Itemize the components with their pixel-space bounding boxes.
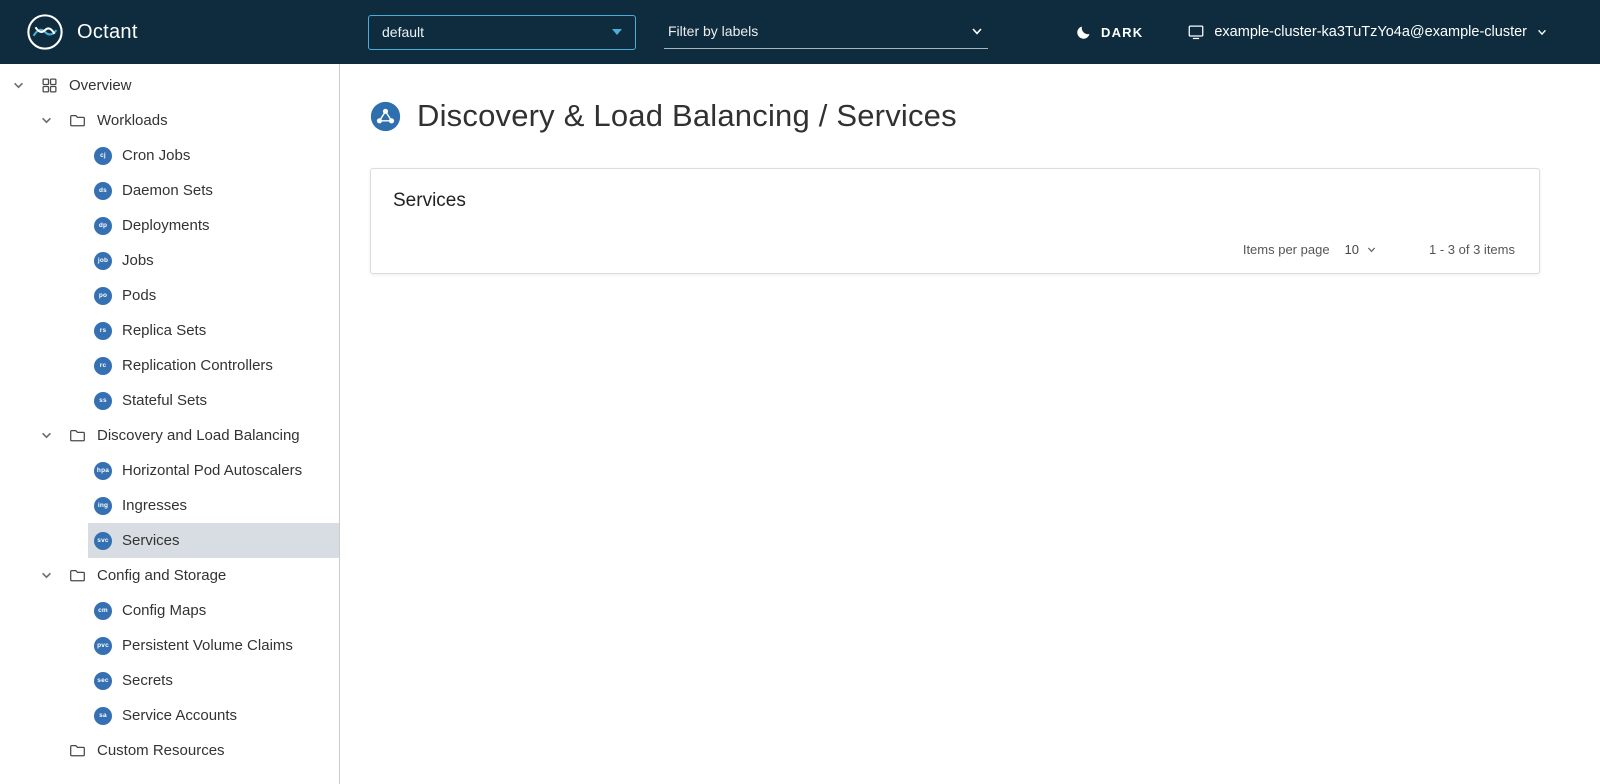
sidebar-item-label: Pods [122,287,156,304]
context-name: example-cluster-ka3TuTzYo4a@example-clus… [1214,24,1527,40]
replication-controllers-icon: rc [94,357,112,375]
sidebar-item-persistent-volume-claims[interactable]: pvc Persistent Volume Claims [88,628,339,663]
sidebar-item-ingresses[interactable]: ing Ingresses [88,488,339,523]
services-card: Services Items per page 10 1 - 3 of 3 it [370,168,1540,274]
pagination: Items per page 10 1 - 3 of 3 items [371,229,1539,273]
dark-mode-toggle[interactable]: DARK [1075,24,1143,41]
main-content: Discovery & Load Balancing / Services Se… [340,64,1600,784]
pagination-range: 1 - 3 of 3 items [1429,242,1515,257]
chevron-down-icon [1366,244,1377,255]
service-accounts-icon: sa [94,707,112,725]
sidebar-item-label: Stateful Sets [122,392,207,409]
sidebar-item-config-and-storage[interactable]: Config and Storage [0,558,339,593]
sidebar-item-cron-jobs[interactable]: cj Cron Jobs [88,138,339,173]
sidebar-item-label: Replication Controllers [122,357,273,374]
sidebar-item-service-accounts[interactable]: sa Service Accounts [88,698,339,733]
folder-icon [68,427,86,445]
page-title-text: Discovery & Load Balancing / Services [417,98,957,134]
caret-down-icon[interactable] [38,113,54,129]
sidebar-item-stateful-sets[interactable]: ss Stateful Sets [88,383,339,418]
sidebar-item-overview[interactable]: Overview [0,68,339,103]
items-per-page-select[interactable]: 10 [1345,242,1377,257]
sidebar-item-label: Service Accounts [122,707,237,724]
sidebar: Overview Workloads cj Cron Jobs ds Daemon Set… [0,64,340,784]
caret-down-icon[interactable] [10,78,26,94]
sidebar-item-replication-controllers[interactable]: rc Replication Controllers [88,348,339,383]
sidebar-item-label: Deployments [122,217,210,234]
sidebar-item-deployments[interactable]: dp Deployments [88,208,339,243]
sidebar-item-label: Config Maps [122,602,206,619]
top-bar: Octant default DARK example-cluster-ka3T… [0,0,1600,64]
config-maps-icon: cm [94,602,112,620]
sidebar-item-pods[interactable]: po Pods [88,278,339,313]
persistent-volume-claims-icon: pvc [94,637,112,655]
services-icon: svc [94,532,112,550]
daemon-sets-icon: ds [94,182,112,200]
page-title: Discovery & Load Balancing / Services [370,98,1540,134]
sidebar-item-discovery-and-load-balancing[interactable]: Discovery and Load Balancing [0,418,339,453]
chevron-down-icon [970,24,984,38]
replica-sets-icon: rs [94,322,112,340]
sidebar-item-label: Jobs [122,252,154,269]
secrets-icon: sec [94,672,112,690]
horizontal-pod-autoscalers-icon: hpa [94,462,112,480]
folder-icon [68,112,86,130]
namespace-select[interactable]: default [368,15,636,50]
cluster-icon [1187,23,1205,41]
card-title: Services [371,169,1539,229]
sidebar-item-config-maps[interactable]: cm Config Maps [88,593,339,628]
caret-spacer [38,743,54,759]
context-switcher[interactable]: example-cluster-ka3TuTzYo4a@example-clus… [1187,23,1548,41]
sidebar-item-label: Ingresses [122,497,187,514]
cron-jobs-icon: cj [94,147,112,165]
sidebar-item-label: Replica Sets [122,322,206,339]
sidebar-item-label: Services [122,532,180,549]
sidebar-item-horizontal-pod-autoscalers[interactable]: hpa Horizontal Pod Autoscalers [88,453,339,488]
caret-down-icon[interactable] [38,568,54,584]
sidebar-item-label: Persistent Volume Claims [122,637,293,654]
pods-icon: po [94,287,112,305]
sidebar-item-label: Config and Storage [97,567,226,584]
sidebar-item-label: Workloads [97,112,168,129]
sidebar-item-label: Discovery and Load Balancing [97,427,300,444]
moon-icon [1075,24,1092,41]
sidebar-item-label: Custom Resources [97,742,225,759]
deployments-icon: dp [94,217,112,235]
sidebar-item-replica-sets[interactable]: rs Replica Sets [88,313,339,348]
items-per-page-value: 10 [1345,242,1359,257]
sidebar-item-services[interactable]: svc Services [88,523,339,558]
chevron-down-icon [612,29,622,35]
caret-down-icon[interactable] [38,428,54,444]
jobs-icon: job [94,252,112,270]
sidebar-item-label: Cron Jobs [122,147,190,164]
sidebar-item-daemon-sets[interactable]: ds Daemon Sets [88,173,339,208]
app-title: Octant [77,21,138,44]
sidebar-item-label: Overview [69,77,132,94]
items-per-page-label: Items per page [1243,242,1330,257]
sidebar-item-workloads[interactable]: Workloads [0,103,339,138]
stateful-sets-icon: ss [94,392,112,410]
ingresses-icon: ing [94,497,112,515]
brand: Octant [26,13,340,51]
folder-icon [68,567,86,585]
label-filter-input[interactable] [668,23,970,39]
namespace-value: default [382,24,424,40]
sidebar-item-custom-resources[interactable]: Custom Resources [0,733,339,768]
services-icon [370,101,401,132]
label-filter[interactable] [664,15,988,49]
octant-logo-icon [26,13,64,51]
chevron-down-icon [1536,26,1548,38]
folder-icon [68,742,86,760]
sidebar-item-label: Horizontal Pod Autoscalers [122,462,302,479]
sidebar-item-secrets[interactable]: sec Secrets [88,663,339,698]
overview-icon [40,77,58,95]
sidebar-item-label: Secrets [122,672,173,689]
sidebar-item-label: Daemon Sets [122,182,213,199]
dark-mode-label: DARK [1101,25,1143,40]
sidebar-item-jobs[interactable]: job Jobs [88,243,339,278]
